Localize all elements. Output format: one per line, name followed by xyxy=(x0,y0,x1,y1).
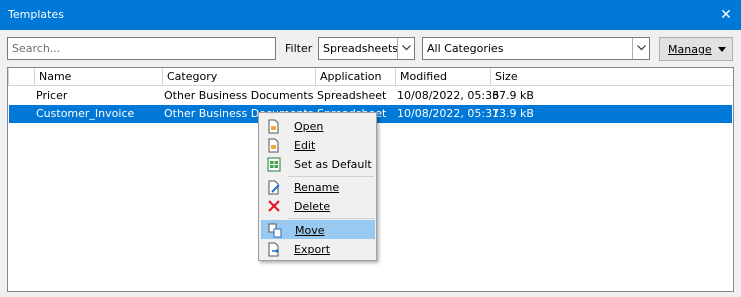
menu-item-set-as-default[interactable]: Set as Default xyxy=(261,155,375,174)
dropdown-arrow-icon xyxy=(718,47,726,52)
row-category: Other Business Documents xyxy=(164,89,314,102)
delete-x-icon xyxy=(267,199,281,214)
search-input[interactable] xyxy=(8,38,275,59)
list-header: Name Category Application Modified Size xyxy=(8,68,733,86)
row-size: 37.9 kB xyxy=(492,89,534,102)
category-filter-value: All Categories xyxy=(427,42,504,55)
close-icon[interactable]: ✕ xyxy=(713,3,739,27)
column-header-modified[interactable]: Modified xyxy=(395,68,490,86)
menu-item-edit[interactable]: Edit xyxy=(261,136,375,155)
row-name: Customer_Invoice xyxy=(36,107,135,120)
column-header-blank xyxy=(8,68,34,86)
table-row[interactable]: Pricer Other Business Documents Spreadsh… xyxy=(9,87,732,105)
menu-item-rename[interactable]: Rename xyxy=(261,178,375,197)
menu-item-label: Move xyxy=(295,224,325,237)
chevron-down-icon[interactable] xyxy=(632,38,649,59)
column-header-category[interactable]: Category xyxy=(162,68,315,86)
row-name: Pricer xyxy=(36,89,68,102)
spreadsheet-default-icon xyxy=(267,157,281,172)
menu-separator xyxy=(288,176,374,177)
menu-separator xyxy=(288,218,374,219)
menu-item-label: Edit xyxy=(294,139,316,152)
application-filter-dropdown[interactable]: Spreadsheets xyxy=(318,37,415,60)
menu-item-open[interactable]: Open xyxy=(261,117,375,136)
menu-item-label: Export xyxy=(294,243,331,256)
filter-label: Filter xyxy=(285,42,313,55)
menu-item-move[interactable]: Move xyxy=(261,220,375,239)
row-modified: 10/08/2022, 05:36 xyxy=(397,89,500,102)
category-filter-dropdown[interactable]: All Categories xyxy=(422,37,650,60)
menu-item-label: Open xyxy=(294,120,324,133)
export-icon xyxy=(267,242,281,257)
open-document-icon xyxy=(267,119,281,134)
menu-item-delete[interactable]: Delete xyxy=(261,197,375,216)
row-modified: 10/08/2022, 05:37 xyxy=(397,107,500,120)
chevron-down-icon[interactable] xyxy=(397,38,414,59)
row-application: Spreadsheet xyxy=(317,89,387,102)
column-header-size[interactable]: Size xyxy=(490,68,733,86)
manage-button[interactable]: Manage xyxy=(659,37,733,61)
application-filter-value: Spreadsheets xyxy=(323,42,399,55)
search-box[interactable] xyxy=(7,37,276,60)
context-menu: Open Edit Set as Default Rename Delete M… xyxy=(258,112,377,261)
menu-item-label: Set as Default xyxy=(294,158,372,171)
window-title: Templates xyxy=(8,8,64,21)
column-header-application[interactable]: Application xyxy=(315,68,395,86)
edit-document-icon xyxy=(267,138,281,153)
manage-button-label: Manage xyxy=(668,43,712,56)
rename-icon xyxy=(267,180,281,195)
menu-item-export[interactable]: Export xyxy=(261,240,375,259)
column-header-name[interactable]: Name xyxy=(34,68,162,86)
row-size: 13.9 kB xyxy=(492,107,534,120)
title-bar: Templates ✕ xyxy=(0,0,741,30)
menu-item-label: Rename xyxy=(294,181,340,194)
move-icon xyxy=(268,223,282,238)
menu-item-label: Delete xyxy=(294,200,331,213)
